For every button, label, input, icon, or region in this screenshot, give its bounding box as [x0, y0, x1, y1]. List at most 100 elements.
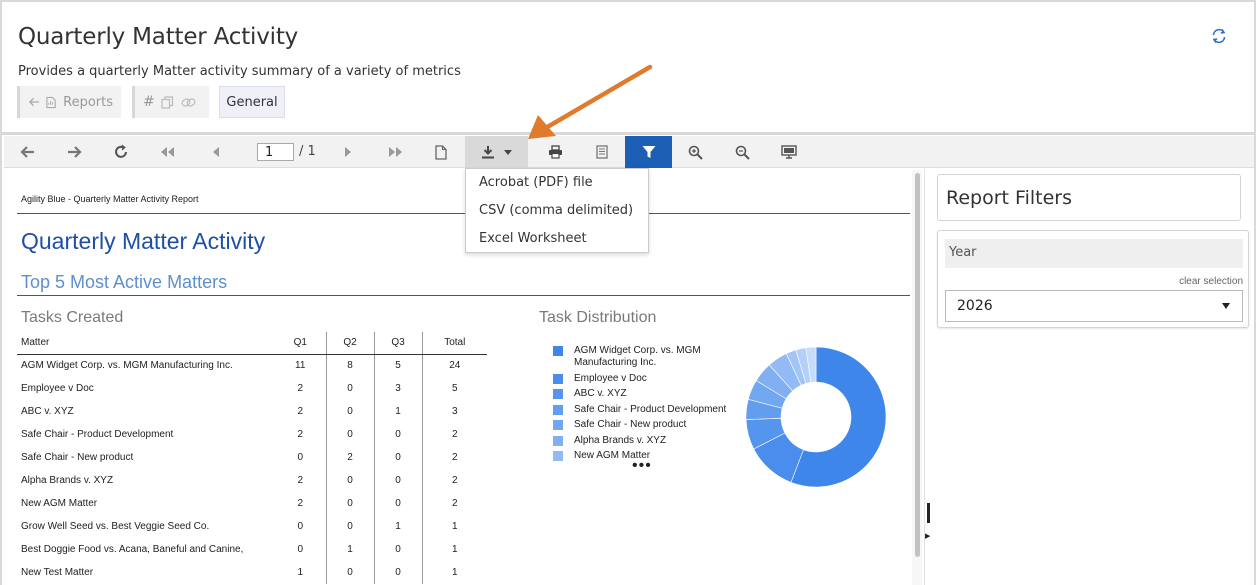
legend-label: Safe Chair - New product [574, 419, 687, 430]
legend-label: Alpha Brands v. XYZ [574, 434, 667, 446]
cell-q2: 8 [325, 354, 374, 377]
first-page-icon [161, 147, 174, 157]
last-page-button[interactable] [383, 136, 407, 168]
cell-q3: 3 [373, 377, 422, 400]
legend-item: Employee v Doc [553, 373, 726, 385]
cell-total: 1 [421, 538, 487, 561]
year-select-value: 2026 [957, 298, 993, 314]
report-filters-title: Report Filters [946, 187, 1072, 209]
export-excel-option[interactable]: Excel Worksheet [466, 225, 648, 253]
cell-q2: 2 [325, 446, 374, 469]
cell-q3: 0 [373, 538, 422, 561]
legend-label: Safe Chair - Product Development [574, 403, 727, 415]
zoom-in-icon [688, 145, 703, 160]
table-row: Grow Well Seed vs. Best Veggie Seed Co. 0… [17, 515, 487, 538]
panel-divider [924, 169, 925, 585]
cell-q1: 0 [297, 544, 304, 555]
cell-q1: 2 [297, 498, 304, 509]
cell-matter: Alpha Brands v. XYZ [21, 475, 114, 486]
full-screen-button[interactable] [777, 136, 801, 168]
legend-swatch [553, 373, 563, 384]
cell-total: 2 [421, 423, 487, 446]
table-row: AGM Widget Corp. vs. MGM Manufacturing I… [17, 354, 487, 377]
refresh-report-button[interactable] [109, 136, 133, 168]
cell-matter: New AGM Matter [21, 498, 98, 509]
cell-q2: 0 [325, 377, 374, 400]
cell-q2: 0 [325, 469, 374, 492]
task-distribution-title: Task Distribution [539, 309, 657, 326]
previous-page-button[interactable] [204, 136, 228, 168]
general-tag[interactable]: General [219, 86, 285, 118]
cell-matter: ABC v. XYZ [21, 406, 74, 417]
reload-icon [115, 144, 127, 158]
cell-total: 2 [421, 446, 487, 469]
tasks-table: Matter Q1 Q2 Q3 Total AGM Widget Corp. v… [17, 332, 487, 584]
cell-matter: Safe Chair - Product Development [21, 429, 174, 440]
zoom-out-icon [735, 145, 750, 160]
next-page-icon [345, 147, 351, 157]
hash-icon: # [143, 94, 155, 110]
annotation-arrow [528, 64, 653, 139]
table-row: Safe Chair - Product Development 2 0 0 2 [17, 423, 487, 446]
legend-swatch [553, 451, 563, 461]
zoom-out-button[interactable] [730, 136, 754, 168]
cell-q2: 0 [325, 423, 374, 446]
cell-q1: 0 [297, 521, 304, 532]
legend-label: Employee v Doc [574, 372, 647, 384]
page-number-input[interactable] [257, 143, 294, 161]
legend-item: Safe Chair - New product [553, 419, 726, 431]
cell-matter: New Test Matter [21, 567, 94, 578]
cell-q3: 0 [373, 469, 422, 492]
back-button[interactable] [16, 136, 40, 168]
legend-item: AGM Widget Corp. vs. MGM Manufacturing I… [553, 345, 726, 369]
report-title: Quarterly Matter Activity [21, 228, 266, 254]
legend-swatch [553, 404, 563, 415]
report-header-rule [17, 213, 910, 214]
cell-q2: 0 [325, 492, 374, 515]
report-section-title: Top 5 Most Active Matters [21, 272, 228, 292]
forward-button[interactable] [62, 136, 86, 168]
cell-q1: 11 [295, 360, 306, 372]
table-row: Best Doggie Food vs. Acana, Baneful and … [17, 538, 487, 561]
collapse-arrow-icon[interactable]: ▶ [925, 532, 930, 540]
legend-item: Safe Chair - Product Development [553, 404, 726, 416]
table-row: New AGM Matter 2 0 0 2 [17, 492, 487, 515]
column-header-matter: Matter [17, 332, 275, 355]
cell-matter: Employee v Doc [21, 383, 94, 394]
cell-q1: 0 [297, 452, 304, 463]
cell-q1: 2 [297, 383, 304, 394]
legend-more-indicator[interactable]: ••• [632, 457, 652, 475]
cell-total: 1 [421, 515, 487, 538]
cell-q2: 1 [325, 538, 374, 561]
export-csv-option[interactable]: CSV (comma delimited) [466, 197, 648, 225]
select-caret-icon [1222, 303, 1230, 309]
report-scrollbar-thumb[interactable] [915, 173, 920, 557]
cell-q3: 0 [373, 423, 422, 446]
cell-total: 3 [421, 400, 487, 423]
first-page-button[interactable] [156, 136, 180, 168]
cell-total: 2 [421, 492, 487, 515]
table-row: New Test Matter 1 0 0 1 [17, 561, 487, 584]
cell-matter: Grow Well Seed vs. Best Veggie Seed Co. [21, 521, 210, 532]
refresh-icon[interactable] [1210, 27, 1228, 45]
table-row: Safe Chair - New product 0 2 0 2 [17, 446, 487, 469]
table-row: Alpha Brands v. XYZ 2 0 0 2 [17, 469, 487, 492]
export-pdf-option[interactable]: Acrobat (PDF) file [466, 169, 648, 197]
table-row: ABC v. XYZ 2 0 1 3 [17, 400, 487, 423]
report-header-text: Agility Blue - Quarterly Matter Activity… [21, 194, 199, 204]
next-page-button[interactable] [336, 136, 360, 168]
cell-total: 5 [421, 377, 487, 400]
year-filter-card: Year clear selection 2026 [937, 230, 1249, 328]
reports-chip-label: Reports [63, 94, 113, 110]
page-total: / 1 [299, 144, 316, 159]
clear-selection-link[interactable]: clear selection [1179, 276, 1243, 287]
legend-swatch [553, 435, 563, 446]
cell-total: 24 [421, 354, 487, 377]
cell-matter: Best Doggie Food vs. Acana, Baneful and … [21, 544, 244, 555]
identifier-chip[interactable]: # [132, 86, 209, 118]
page-setup-button[interactable] [429, 136, 453, 168]
zoom-in-button[interactable] [683, 136, 707, 168]
panel-splitter-handle[interactable] [927, 503, 930, 523]
reports-chip[interactable]: Reports [17, 86, 121, 118]
year-select[interactable]: 2026 [945, 290, 1243, 322]
